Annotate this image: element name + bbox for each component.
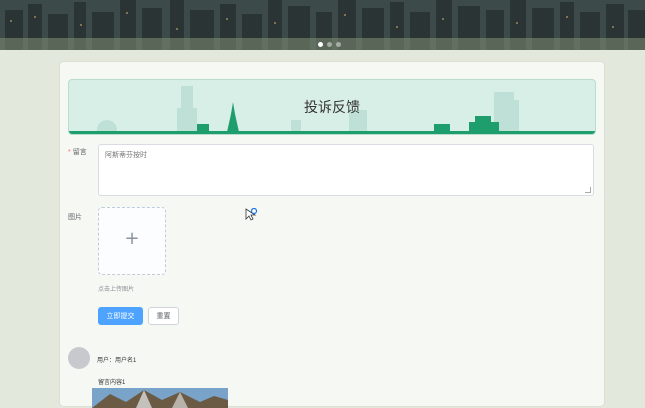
feedback-card: 投诉反馈 * 留言 阿斯蒂芬按时 图片 + 点击上传图片 立即提交 重置 用户：用…: [60, 62, 604, 408]
image-upload[interactable]: +: [98, 207, 166, 275]
carousel-dot[interactable]: [318, 42, 323, 47]
reset-button[interactable]: 重置: [148, 307, 179, 325]
upload-hint: 点击上传图片: [98, 287, 135, 293]
header-banner: [0, 0, 645, 50]
comment-message: 留言内容1: [98, 380, 126, 386]
comment-image[interactable]: [92, 388, 228, 408]
avatar: [68, 347, 90, 369]
submit-button[interactable]: 立即提交: [98, 307, 143, 325]
message-label: * 留言: [68, 147, 87, 157]
message-value: 阿斯蒂芬按时: [105, 152, 147, 159]
plus-icon: +: [124, 228, 140, 249]
carousel-dot[interactable]: [336, 42, 341, 47]
carousel-indicators: [318, 42, 341, 47]
resize-handle[interactable]: [585, 187, 591, 193]
title-banner: 投诉反馈: [68, 79, 596, 135]
carousel-dot[interactable]: [327, 42, 332, 47]
comment-user: 用户：用户名1: [97, 358, 137, 364]
message-textarea[interactable]: 阿斯蒂芬按时: [98, 144, 594, 196]
message-label-text: 留言: [72, 149, 87, 156]
image-label: 图片: [68, 214, 82, 221]
page-title: 投诉反馈: [304, 99, 360, 115]
mouse-cursor-icon: [245, 208, 258, 221]
required-marker: *: [68, 149, 71, 156]
